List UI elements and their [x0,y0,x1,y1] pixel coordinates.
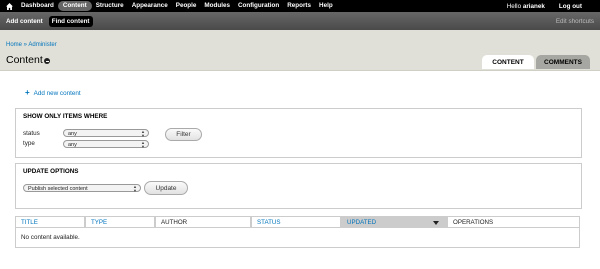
filter-title: SHOW ONLY ITEMS WHERE [23,113,108,120]
column-type[interactable]: TYPE [85,216,155,228]
greeting-text: Hello [506,2,523,10]
tab-comments[interactable]: COMMENTS [536,55,590,69]
toolbar-item-structure[interactable]: Structure [92,1,128,11]
column-title[interactable]: TITLE [15,216,85,228]
toolbar-item-appearance[interactable]: Appearance [128,1,172,11]
column-author: AUTHOR [155,216,251,228]
select-arrows-icon: ▲ ▼ [141,129,145,138]
home-icon[interactable] [6,2,13,10]
update-options-fieldset: UPDATE OPTIONS Publish selected content … [15,163,582,209]
type-label: type [23,140,35,147]
page-title: Content [6,54,43,66]
username-link[interactable]: arianek [523,3,545,10]
sort-descending-icon [433,221,439,225]
status-select[interactable]: any ▲ ▼ [63,129,149,138]
filter-button[interactable]: Filter [165,128,202,141]
toolbar-item-people[interactable]: People [172,1,201,11]
select-arrows-icon: ▲ ▼ [133,184,137,193]
toolbar-item-dashboard[interactable]: Dashboard [17,1,58,11]
content-table-header: TITLE TYPE AUTHOR STATUS UPDATED OPERATI… [15,216,580,228]
empty-table-message: No content available. [15,228,580,248]
breadcrumb-administer[interactable]: Administer [28,42,56,48]
select-arrows-icon: ▲ ▼ [141,140,145,149]
shortcuts-bar: Add content Find content Edit shortcuts [0,12,600,30]
breadcrumb: Home » Administer [6,42,57,48]
update-button[interactable]: Update [144,181,188,195]
filter-fieldset: SHOW ONLY ITEMS WHERE status any ▲ ▼ type… [15,108,582,158]
column-status[interactable]: STATUS [251,216,341,228]
tab-content[interactable]: CONTENT [482,55,534,69]
toolbar-item-content[interactable]: Content [57,1,92,11]
column-updated[interactable]: UPDATED [341,216,447,228]
edit-shortcuts-link[interactable]: Edit shortcuts [556,18,594,25]
admin-toolbar: Dashboard Content Structure Appearance P… [0,0,600,12]
operation-select-value: Publish selected content [28,186,88,192]
shortcut-find-content[interactable]: Find content [48,15,93,27]
operation-select[interactable]: Publish selected content ▲ ▼ [23,184,141,193]
type-select-value: any [68,142,77,148]
greeting: Hello arianek [507,3,545,10]
remove-shortcut-icon[interactable] [44,58,50,64]
shortcut-add-content[interactable]: Add content [3,16,46,27]
status-label: status [23,130,40,137]
add-new-content-label: Add new content [33,89,81,97]
add-new-content-link[interactable]: + Add new content [25,89,81,97]
type-select[interactable]: any ▲ ▼ [63,140,149,149]
status-select-value: any [68,131,77,137]
toolbar-item-modules[interactable]: Modules [200,1,234,11]
breadcrumb-home[interactable]: Home [6,42,22,48]
logout-link[interactable]: Log out [559,3,582,10]
toolbar-item-reports[interactable]: Reports [283,1,315,11]
update-options-title: UPDATE OPTIONS [23,168,79,175]
toolbar-item-configuration[interactable]: Configuration [234,1,283,11]
plus-icon: + [25,88,30,97]
column-operations: OPERATIONS [447,216,580,228]
toolbar-item-help[interactable]: Help [315,1,337,11]
column-updated-label: UPDATED [347,219,377,226]
